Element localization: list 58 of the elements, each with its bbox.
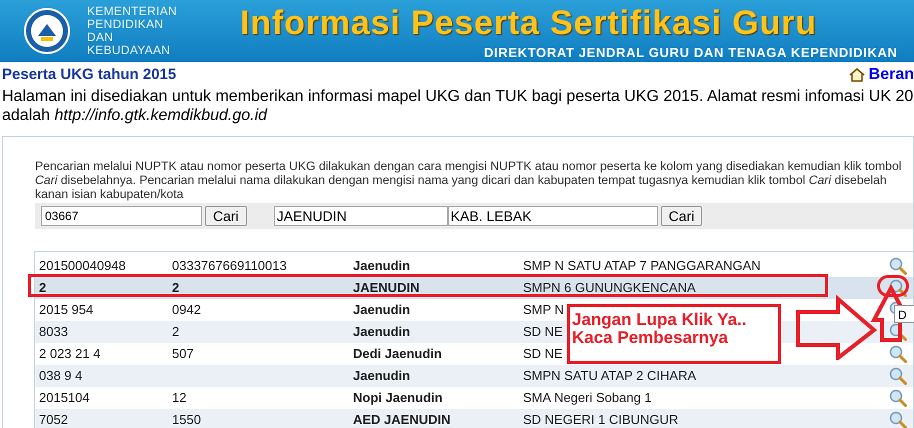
table-cell-text: Jaenudin xyxy=(353,367,412,386)
table-cell-text: Jaenudin xyxy=(353,323,412,342)
magnifier-icon[interactable] xyxy=(889,411,907,428)
number-field[interactable]: 03667 xyxy=(41,206,202,226)
table-cell-text: Dedi Jaenudin xyxy=(353,345,443,364)
magnifier-icon[interactable] xyxy=(889,257,907,275)
table-cell-text: 2 023 21 4 xyxy=(38,345,102,364)
home-icon xyxy=(848,68,865,82)
search-button[interactable]: Cari xyxy=(660,206,702,226)
table-cell-text: SMA Negeri Sobang 1 xyxy=(523,389,652,408)
table-cell-text: SMPN SATU ATAP 2 CIHARA xyxy=(523,367,696,386)
table-cell-text: AED JAENUDIN xyxy=(353,411,452,428)
table-cell-text: SD NE xyxy=(523,345,563,364)
table-cell-text: 507 xyxy=(171,345,195,364)
name-field[interactable]: JAENUDIN xyxy=(274,206,448,226)
table-cell-text: 0333767669110013 xyxy=(171,257,288,276)
table-cell-text: 2 xyxy=(38,279,48,298)
magnifier-icon[interactable] xyxy=(889,323,907,341)
magnifier-icon[interactable] xyxy=(889,279,907,297)
table-cell-text: 1550 xyxy=(171,411,202,428)
table-cell-text: 8033 xyxy=(38,323,69,342)
table-cell-text: 2 xyxy=(171,279,180,298)
table-cell-text: SMP N xyxy=(523,301,564,320)
table-cell-text: Jaenudin xyxy=(353,301,412,320)
table-cell-text: 12 xyxy=(171,389,188,408)
ministry-name: KEBUDAYAAN xyxy=(87,44,172,57)
table-cell-text: 0942 xyxy=(171,301,202,320)
ministry-name: KEMENTERIAN xyxy=(87,5,177,18)
table-cell-text: Nopi Jaenudin xyxy=(353,389,444,408)
table-cell-text: 7052 xyxy=(38,411,69,428)
table-cell-text: 2 xyxy=(171,323,180,342)
table-cell-text: SMP N SATU ATAP 7 PANGGARANGAN xyxy=(523,257,761,276)
tooltip: D xyxy=(894,305,914,323)
table-cell-text: SMPN 6 GUNUNGKENCANA xyxy=(523,279,696,298)
magnifier-icon[interactable] xyxy=(889,389,907,407)
home-link[interactable]: Beran xyxy=(848,63,914,87)
table-cell-text: 2015 954 xyxy=(38,301,94,320)
district-field[interactable]: KAB. LEBAK xyxy=(448,206,658,226)
table-cell-text: 2015104 xyxy=(38,389,91,408)
magnifier-icon[interactable] xyxy=(889,367,907,385)
intro-address: adalah http://info.gtk.kemdikbud.go.id xyxy=(1,106,268,125)
table-cell-text: 038 9 4 xyxy=(38,367,84,386)
ministry-name: DAN xyxy=(87,31,114,44)
site-subtitle: DIREKTORAT JENDRAL GURU DAN TENAGA KEPENDIDIKAN xyxy=(484,44,898,62)
intro-text: Halaman ini disediakan untuk memberikan informasi mapel UKG dan TUK bagi peserta UKG 2015. Alamat resmi infomasi UK 20 xyxy=(1,87,914,106)
table-cell-text: Jaenudin xyxy=(353,257,412,276)
instructions-text: Pencarian melalui NUPTK atau nomor peserta UKG dilakukan dengan cara mengisi NUPTK atau nomor peserta ke kolom yang disediakan kemudian klik tombol Cari disebelahnya. Pencarian melalui nama dilakukan dengan mengisi nama yang dicari dan kabupaten tempat tugasnya kemudian klik tombol Cari disebelah kanan isian kabupaten/kota xyxy=(35,159,902,201)
page-title: Peserta UKG tahun 2015 xyxy=(2,64,176,85)
table-cell-text: SD NE xyxy=(523,323,563,342)
table-cell-text: JAENUDIN xyxy=(353,279,420,298)
annotation-text: Jangan Lupa Klik Ya.. Kaca Pembesarnya xyxy=(572,311,748,347)
ministry-name: PENDIDIKAN xyxy=(87,18,164,31)
site-title: Informasi Peserta Sertifikasi Guru xyxy=(240,4,817,42)
search-button[interactable]: Cari xyxy=(205,206,247,226)
table-cell-text: SD NEGERI 1 CIBUNGUR xyxy=(523,411,678,428)
emblem-icon xyxy=(24,8,70,54)
table-cell-text: 201500040948 xyxy=(38,257,127,276)
magnifier-icon[interactable] xyxy=(889,345,907,363)
